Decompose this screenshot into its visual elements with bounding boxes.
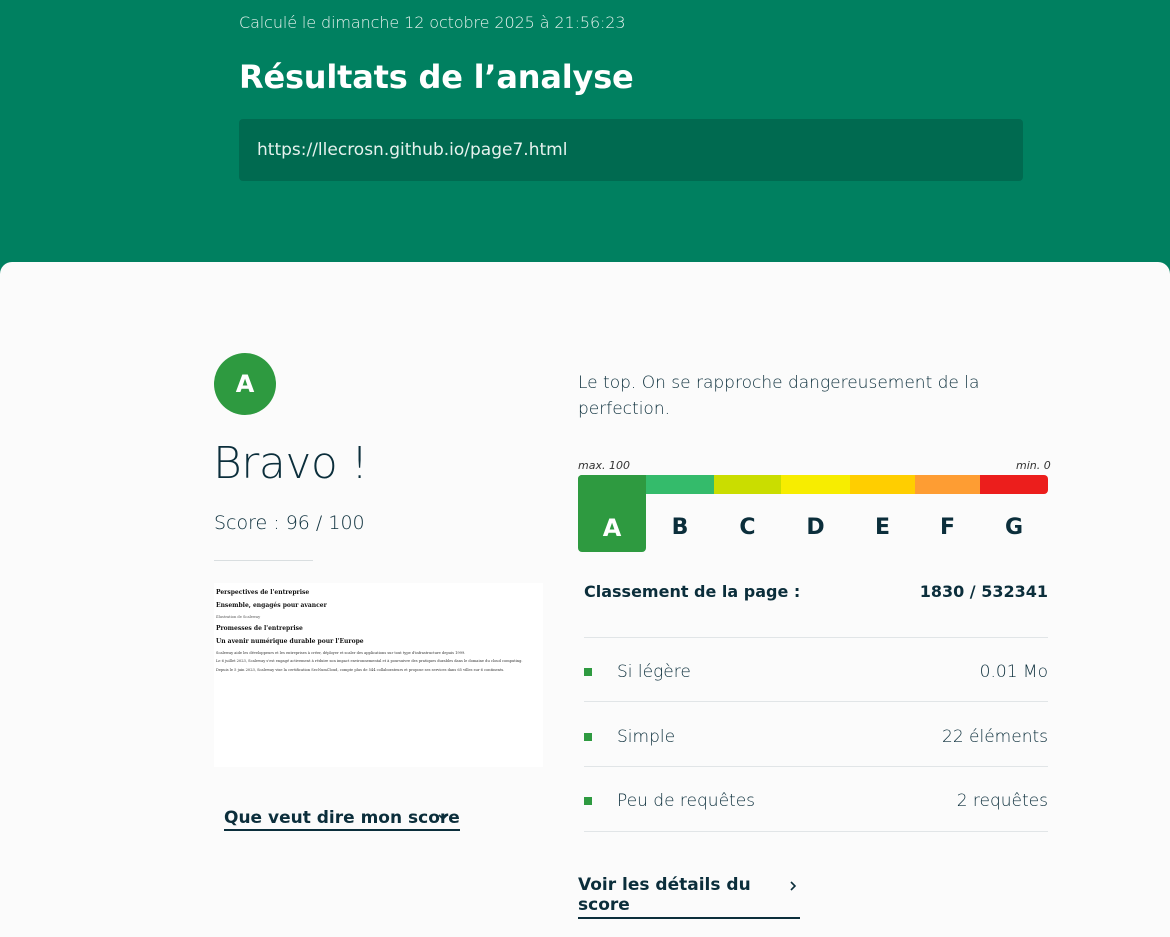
page-ranking: Classement de la page : 1830 / 532341 <box>584 582 1048 638</box>
calculation-date: Calculé le dimanche 12 octobre 2025 à 21… <box>239 13 626 32</box>
row-divider <box>584 701 1048 702</box>
thumb-heading: Un avenir numérique durable pour l'Europ… <box>216 638 364 645</box>
page-screenshot-thumbnail: Perspectives de l'entreprise Ensemble, e… <box>214 583 543 767</box>
page-title: Résultats de l’analyse <box>239 58 634 96</box>
grade-segment-f <box>915 475 980 494</box>
ranking-value: 1830 / 532341 <box>919 582 1048 601</box>
metric-value: 2 requêtes <box>956 791 1048 811</box>
grade-label-c: C <box>739 515 756 540</box>
grade-scale: AB C D E F G <box>578 475 1048 555</box>
thumb-heading: Perspectives de l'entreprise <box>216 589 310 596</box>
grade-segment-e <box>850 475 915 494</box>
thumb-heading: Promesses de l'entreprise <box>216 625 303 632</box>
grade-segment-g <box>980 475 1048 494</box>
metric-row-weight: Si légère 0.01 Mo <box>584 657 1048 687</box>
grade-segment-b <box>646 475 714 494</box>
analyzed-url: https://llecrosn.github.io/page7.html <box>257 140 568 160</box>
grade-label-e: E <box>874 515 891 540</box>
bullet-icon <box>584 797 592 805</box>
grade-segment-d <box>781 475 850 494</box>
metric-value: 0.01 Mo <box>979 662 1048 682</box>
scale-min-label: min. 0 <box>1016 459 1051 472</box>
chevron-right-icon[interactable] <box>786 879 800 893</box>
thumb-paragraph: Le 6 juillet 2023, Scaleway s'est engagé… <box>216 659 523 664</box>
analyzed-url-field[interactable]: https://llecrosn.github.io/page7.html <box>239 119 1023 181</box>
thumb-image-alt: Illustration de Scaleway <box>216 615 261 619</box>
row-divider <box>584 637 1048 638</box>
grade-label-f: F <box>939 515 956 540</box>
score-explanation-toggle[interactable]: Que veut dire mon score <box>224 808 460 831</box>
result-headline: Bravo ! <box>213 438 368 489</box>
scale-max-label: max. 100 <box>578 459 630 472</box>
grade-label-b: B <box>671 515 689 540</box>
thumb-paragraph: Scaleway aide les développeurs et les en… <box>216 651 466 655</box>
grade-label-g: G <box>1004 515 1024 540</box>
bullet-icon <box>584 668 592 676</box>
thumb-heading: Ensemble, engagés pour avancer <box>216 602 327 609</box>
ranking-label: Classement de la page : <box>584 582 801 601</box>
grade-description: Le top. On se rapproche dangereusement d… <box>578 373 980 419</box>
metric-label: Peu de requêtes <box>617 791 756 811</box>
bullet-icon <box>584 733 592 741</box>
metric-label: Si légère <box>617 662 691 682</box>
row-divider <box>584 766 1048 767</box>
grade-badge: A <box>214 353 276 415</box>
metric-row-complexity: Simple 22 éléments <box>584 722 1048 752</box>
thumb-paragraph: Depuis le 5 juin 2023, Scaleway vise la … <box>216 667 505 672</box>
divider <box>214 560 313 561</box>
score-text: Score : 96 / 100 <box>214 512 365 534</box>
grade-label-d: D <box>806 515 825 540</box>
results-header: Calculé le dimanche 12 octobre 2025 à 21… <box>0 0 1170 262</box>
row-divider <box>584 831 1048 832</box>
metric-label: Simple <box>617 727 676 747</box>
chevron-down-icon[interactable] <box>436 810 450 824</box>
grade-segment-c <box>714 475 781 494</box>
score-details-link[interactable]: Voir les détails du score <box>578 875 800 919</box>
metric-row-requests: Peu de requêtes 2 requêtes <box>584 786 1048 816</box>
metric-value: 22 éléments <box>942 727 1048 747</box>
results-panel: A Bravo ! Score : 96 / 100 Perspectives … <box>0 262 1170 937</box>
active-grade-marker: A <box>578 475 646 552</box>
